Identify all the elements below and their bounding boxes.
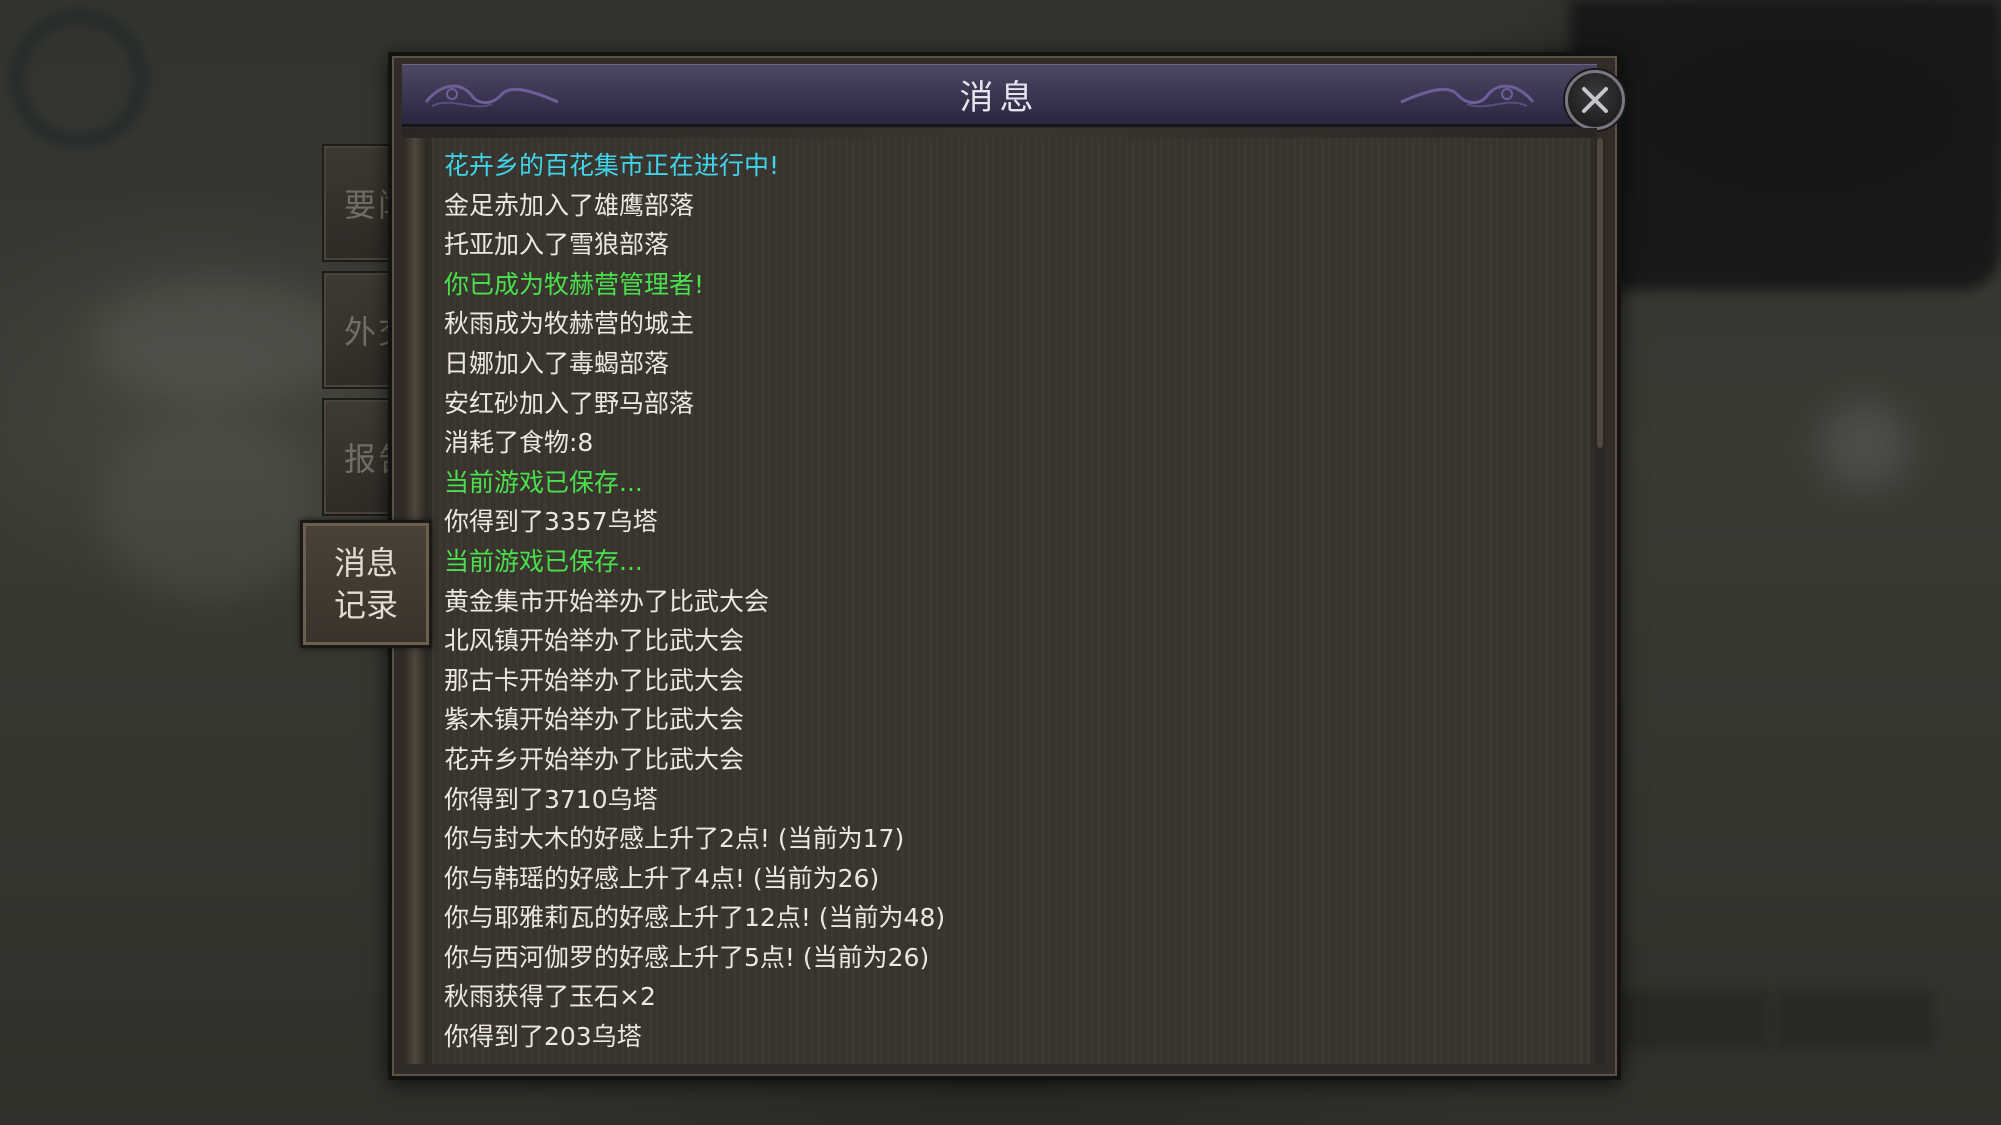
message-window: 消息 花卉乡的百花集市正在进行中! 金足赤加入了雄鹰部落 托亚加入了雪狼部落你已成为… xyxy=(388,52,1625,1080)
message-item: 你已成为牧赫营管理者! xyxy=(444,269,705,299)
message-item: 紫木镇开始举办了比武大会 xyxy=(444,705,745,735)
message-item: 消耗了食物:8 xyxy=(444,428,594,458)
message-log[interactable]: 花卉乡的百花集市正在进行中! 金足赤加入了雄鹰部落 托亚加入了雪狼部落你已成为牧赫营… xyxy=(432,138,1590,1064)
message-item: 你得到了3357乌塔 xyxy=(444,507,658,537)
scrollbar-thumb[interactable] xyxy=(1597,138,1603,448)
message-item: 安红砂加入了野马部落 xyxy=(444,388,695,418)
message-list: 花卉乡的百花集市正在进行中! 金足赤加入了雄鹰部落 托亚加入了雪狼部落你已成为牧赫营… xyxy=(444,146,1570,1057)
scrollbar[interactable] xyxy=(1595,138,1605,1064)
message-item: 花卉乡的百花集市正在进行中! xyxy=(444,151,780,180)
message-item: 秋雨获得了玉石×2 xyxy=(444,982,656,1012)
tab-message-log[interactable]: 消息 记录 xyxy=(300,520,432,648)
message-item: 北风镇开始举办了比武大会 xyxy=(444,626,745,656)
message-item: 你得到了203乌塔 xyxy=(444,1022,642,1052)
tab-message-log-label-line1: 消息 xyxy=(333,544,398,582)
left-ornament-icon xyxy=(424,84,559,108)
message-item: 托亚加入了雪狼部落 xyxy=(444,230,670,260)
tab-message-log-label-line2: 记录 xyxy=(333,586,398,624)
title-bar: 消息 xyxy=(402,64,1625,130)
message-item: 你与封大木的好感上升了2点! (当前为17) xyxy=(444,824,905,854)
message-item: 你与韩瑶的好感上升了4点! (当前为26) xyxy=(444,863,880,893)
close-icon xyxy=(1582,87,1608,113)
message-item: 那古卡开始举办了比武大会 xyxy=(444,665,745,695)
message-item: 黄金集市开始举办了比武大会 xyxy=(444,586,770,616)
close-button[interactable] xyxy=(1565,70,1625,130)
message-item: 当前游戏已保存... xyxy=(444,546,643,576)
window-title: 消息 xyxy=(959,77,1040,118)
message-item: 你与西河伽罗的好感上升了5点! (当前为26) xyxy=(444,942,930,972)
header-divider xyxy=(402,128,1597,138)
right-ornament-icon xyxy=(1400,84,1535,108)
message-item: 秋雨成为牧赫营的城主 xyxy=(444,309,695,339)
message-item: 花卉乡开始举办了比武大会 xyxy=(444,744,745,774)
message-item: 日娜加入了毒蝎部落 xyxy=(444,348,670,378)
message-item: 你得到了3710乌塔 xyxy=(444,784,658,814)
message-item: 金足赤加入了雄鹰部落 xyxy=(444,190,695,220)
message-item: 你与耶雅莉瓦的好感上升了12点! (当前为48) xyxy=(444,903,946,933)
message-item: 当前游戏已保存... xyxy=(444,467,643,497)
